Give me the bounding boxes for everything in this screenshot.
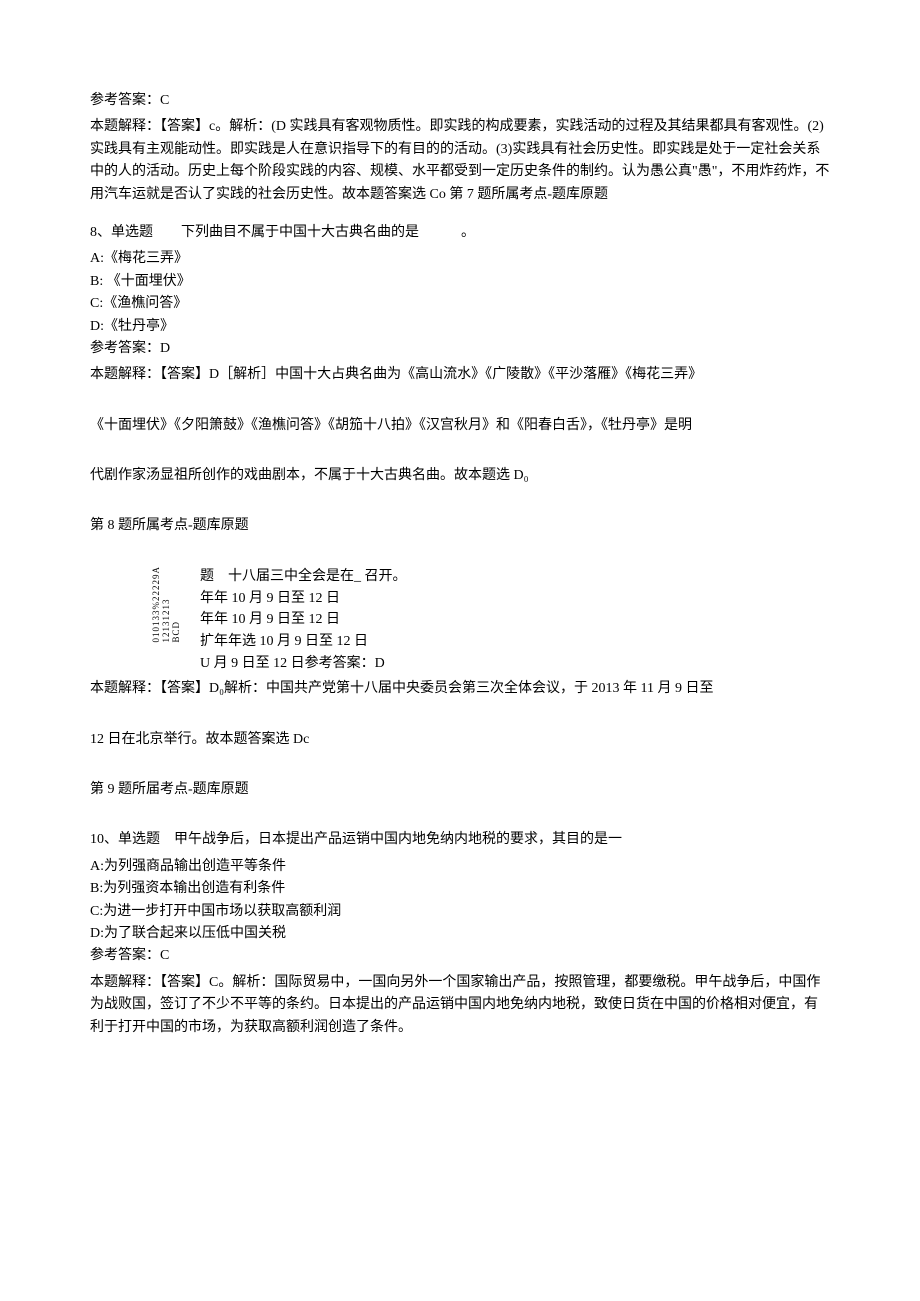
- option-line-3: 扩年年选 10 月 9 日至 12 日: [200, 631, 830, 653]
- answer-label: 参考答案：C: [90, 945, 830, 967]
- option-d: D:为了联合起来以压低中国关税: [90, 923, 830, 945]
- question-7-answer-block: 参考答案：C 本题解释：【答案】c。解析：(D 实践具有客观物质性。即实践的构成…: [90, 90, 830, 206]
- vertical-garbled-text: 010133%22229A 12131213 BCD: [152, 566, 182, 643]
- option-c: C:《渔樵问答》: [90, 293, 830, 315]
- option-b: B: 《十面埋伏》: [90, 271, 830, 293]
- option-d: D:《牡丹亭》: [90, 316, 830, 338]
- question-footer: 第 8 题所属考点-题库原题: [90, 515, 830, 537]
- answer-label: 参考答案：C: [90, 90, 830, 112]
- question-footer: 第 9 题所届考点-题库原题: [90, 779, 830, 801]
- explanation-line-2: 12 日在北京举行。故本题答案选 Dc: [90, 729, 830, 751]
- option-a: A:《梅花三弄》: [90, 248, 830, 270]
- option-b: B:为列强资本输出创造有利条件: [90, 878, 830, 900]
- question-stem: 题 十八届三中全会是在_ 召开。: [200, 566, 830, 588]
- explanation-line-2: 《十面埋伏》《夕阳箫鼓》《渔樵问答》《胡笳十八拍》《汉宫秋月》和《阳春白舌》，《…: [90, 415, 830, 437]
- option-line-1: 年年 10 月 9 日至 12 日: [200, 588, 830, 610]
- explanation-text: 本题解释：【答案】C。解析：国际贸易中，一国向另外一个国家输出产品，按照管理，都…: [90, 972, 830, 1039]
- document-page: 参考答案：C 本题解释：【答案】c。解析：(D 实践具有客观物质性。即实践的构成…: [0, 0, 920, 1157]
- explanation-line-1: 本题解释：【答案】D₀解析：中国共产党第十八届中央委员会第三次全体会议，于 20…: [90, 678, 830, 700]
- option-a: A:为列强商品输出创造平等条件: [90, 856, 830, 878]
- answer-label: 参考答案：D: [90, 338, 830, 360]
- question-stem: 10、单选题 甲午战争后，日本提出产品运销中国内地免纳内地税的要求，其目的是一: [90, 829, 830, 851]
- explanation-line-3: 代剧作家汤显祖所创作的戏曲剧本，不属于十大古典名曲。故本题选 D₀: [90, 465, 830, 487]
- explanation-text: 本题解释：【答案】c。解析：(D 实践具有客观物质性。即实践的构成要素，实践活动…: [90, 116, 830, 206]
- question-9-block: 010133%22229A 12131213 BCD 题 十八届三中全会是在_ …: [90, 566, 830, 674]
- explanation-line-1: 本题解释：【答案】D［解析］中国十大占典名曲为《高山流水》《广陵散》《平沙落雁》…: [90, 364, 830, 386]
- option-line-4: U 月 9 日至 12 日参考答案：D: [200, 653, 830, 675]
- question-stem: 8、单选题 下列曲目不属于中国十大古典名曲的是 。: [90, 222, 830, 244]
- vert-text-3: BCD: [172, 566, 182, 643]
- question-10-block: 10、单选题 甲午战争后，日本提出产品运销中国内地免纳内地税的要求，其目的是一 …: [90, 829, 830, 1039]
- question-8-block: 8、单选题 下列曲目不属于中国十大古典名曲的是 。 A:《梅花三弄》 B: 《十…: [90, 222, 830, 538]
- option-c: C:为进一步打开中国市场以获取高额利润: [90, 901, 830, 923]
- option-line-2: 年年 10 月 9 日至 12 日: [200, 609, 830, 631]
- question-9-lines: 题 十八届三中全会是在_ 召开。 年年 10 月 9 日至 12 日 年年 10…: [200, 566, 830, 674]
